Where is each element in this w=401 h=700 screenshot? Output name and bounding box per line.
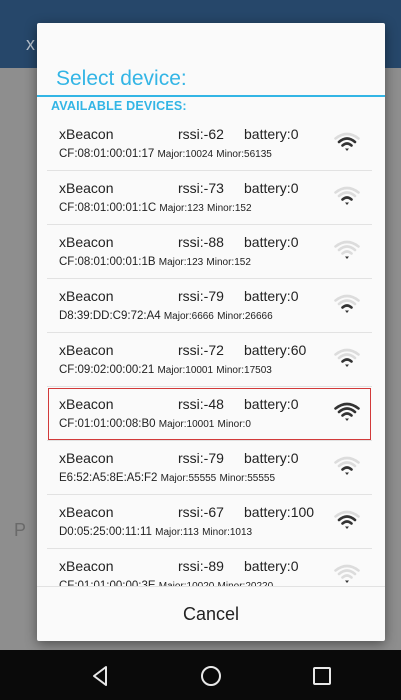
device-name: xBeacon [59,126,114,142]
device-name: xBeacon [59,342,114,358]
device-major: Major:123 [158,257,204,268]
device-minor: Minor:152 [206,257,251,268]
device-mac: CF:01:01:00:08:B0 [59,418,156,430]
device-minor: Minor:152 [207,203,252,214]
device-battery: battery:0 [244,288,299,304]
device-minor: Minor:55555 [219,473,276,484]
device-rssi: rssi:-62 [178,126,224,142]
device-battery: battery:0 [244,558,299,574]
recents-square-icon[interactable] [310,664,334,688]
device-mac: CF:08:01:00:01:17 [59,148,155,160]
device-battery: battery:0 [244,180,299,196]
wifi-signal-icon [334,456,360,475]
device-minor: Minor:17503 [216,365,272,376]
wifi-signal-icon [334,402,360,421]
wifi-signal-icon [334,348,360,367]
device-list-item[interactable]: xBeacon rssi:-48 battery:0 CF:01:01:00:08:B… [47,387,372,441]
device-list-item[interactable]: xBeacon rssi:-79 battery:0 E6:52:A5:8E:A5:F… [47,441,372,495]
device-major: Major:10001 [158,419,215,430]
background-app-title: x [26,34,35,54]
device-rssi: rssi:-48 [178,396,224,412]
device-mac: D8:39:DD:C9:72:A4 [59,310,161,322]
wifi-signal-icon [334,510,360,529]
device-battery: battery:0 [244,126,299,142]
device-battery: battery:0 [244,396,299,412]
device-list-item[interactable]: xBeacon rssi:-79 battery:0 D8:39:DD:C9:72:A… [47,279,372,333]
device-name: xBeacon [59,180,114,196]
device-name: xBeacon [59,288,114,304]
device-name: xBeacon [59,450,114,466]
device-battery: battery:100 [244,504,315,520]
wifi-signal-icon [334,294,360,313]
dialog-button-bar: Cancel [37,586,385,641]
title-divider [37,95,385,97]
home-circle-icon[interactable] [199,664,223,688]
cancel-button[interactable]: Cancel [37,587,385,642]
system-navigation-bar [0,650,401,700]
device-major: Major:10024 [157,149,214,160]
device-rssi: rssi:-73 [178,180,224,196]
device-rssi: rssi:-79 [178,288,224,304]
back-triangle-icon[interactable] [88,664,112,688]
device-list-item[interactable]: xBeacon rssi:-72 battery:60 CF:09:02:00:00:… [47,333,372,387]
device-name: xBeacon [59,234,114,250]
device-details: CF:08:01:00:01:1C Major:123 Minor:152 [59,202,252,214]
background-partial-text: P [14,520,27,540]
device-major: Major:113 [155,527,199,538]
device-list-item[interactable]: xBeacon rssi:-73 battery:0 CF:08:01:00:01:1… [47,171,372,225]
device-rssi: rssi:-88 [178,234,224,250]
device-minor: Minor:26666 [217,311,273,322]
wifi-signal-icon [334,132,360,151]
device-list-item[interactable]: xBeacon rssi:-62 battery:0 CF:08:01:00:01:1… [47,117,372,171]
device-rssi: rssi:-72 [178,342,224,358]
device-details: CF:08:01:00:01:1B Major:123 Minor:152 [59,256,251,268]
device-name: xBeacon [59,558,114,574]
device-list-item[interactable]: xBeacon rssi:-89 battery:0 CF:01:01:00:00:3… [47,549,372,587]
device-battery: battery:0 [244,450,299,466]
device-mac: CF:08:01:00:01:1B [59,256,156,268]
device-mac: D0:05:25:00:11:11 [59,526,152,538]
available-devices-header: AVAILABLE DEVICES: [51,99,187,113]
device-major: Major:10001 [157,365,214,376]
device-major: Major:123 [159,203,204,214]
device-minor: Minor:0 [217,419,251,430]
device-name: xBeacon [59,504,114,520]
device-battery: battery:0 [244,234,299,250]
device-minor: Minor:56135 [216,149,272,160]
device-details: CF:09:02:00:00:21 Major:10001 Minor:1750… [59,364,272,376]
device-mac: E6:52:A5:8E:A5:F2 [59,472,158,484]
dialog-title: Select device: [56,67,187,90]
device-mac: CF:08:01:00:01:1C [59,202,157,214]
device-battery: battery:60 [244,342,307,358]
wifi-signal-icon [334,240,360,259]
device-details: CF:08:01:00:01:17 Major:10024 Minor:5613… [59,148,272,160]
device-list[interactable]: xBeacon rssi:-62 battery:0 CF:08:01:00:01:1… [47,117,372,587]
device-mac: CF:09:02:00:00:21 [59,364,155,376]
device-minor: Minor:1013 [202,527,253,538]
device-list-item[interactable]: xBeacon rssi:-88 battery:0 CF:08:01:00:01:1… [47,225,372,279]
select-device-dialog: Select device: AVAILABLE DEVICES: xBeaco… [37,23,385,641]
device-major: Major:6666 [163,311,214,322]
wifi-signal-icon [334,564,360,583]
device-details: D8:39:DD:C9:72:A4 Major:6666 Minor:26666 [59,310,273,322]
device-rssi: rssi:-79 [178,450,224,466]
device-details: CF:01:01:00:08:B0 Major:10001 Minor:0 [59,418,251,430]
device-list-item[interactable]: xBeacon rssi:-67 battery:100 D0:05:25:00:11… [47,495,372,549]
device-details: E6:52:A5:8E:A5:F2 Major:55555 Minor:5555… [59,472,275,484]
device-major: Major:55555 [160,473,217,484]
device-rssi: rssi:-67 [178,504,224,520]
wifi-signal-icon [334,186,360,205]
device-details: D0:05:25:00:11:11 Major:113 Minor:1013 [59,526,252,538]
device-name: xBeacon [59,396,114,412]
device-rssi: rssi:-89 [178,558,224,574]
